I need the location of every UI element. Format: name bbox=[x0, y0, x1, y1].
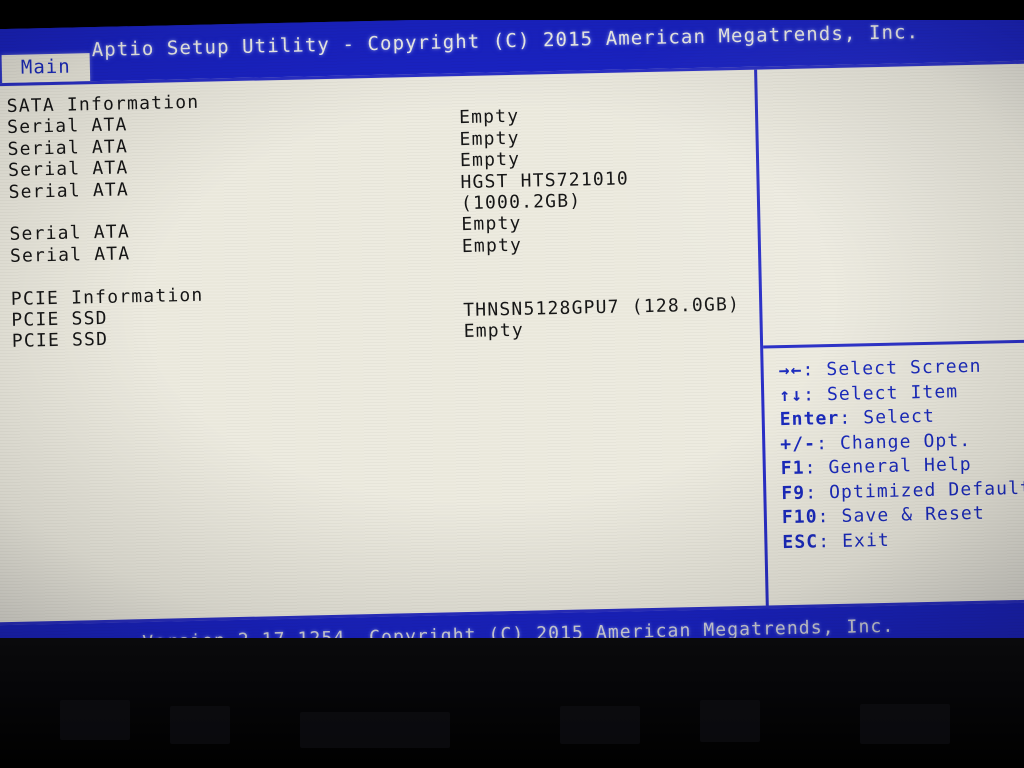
row-label: Serial ATA bbox=[7, 157, 129, 182]
legend-label: : Optimized Defaults bbox=[804, 476, 1024, 504]
row-value: Empty bbox=[459, 127, 520, 150]
information-list: SATA Information Serial ATA Empty Serial… bbox=[6, 80, 751, 353]
tab-main[interactable]: Main bbox=[1, 53, 90, 84]
row-value: Empty bbox=[458, 106, 520, 129]
row-value-continuation: (1000.2GB) bbox=[460, 190, 582, 215]
row-value: Empty bbox=[463, 320, 525, 343]
legend-label: : Select Item bbox=[802, 380, 959, 406]
key-f1: F1 bbox=[780, 457, 805, 480]
vertical-divider bbox=[754, 69, 769, 606]
key-legend-panel: →←: Select Screen ↑↓: Select Item Enter:… bbox=[778, 354, 1024, 555]
photograph-of-bios-screen: Aptio Setup Utility - Copyright (C) 2015… bbox=[0, 0, 1024, 768]
row-label: PCIE SSD bbox=[11, 329, 109, 353]
keyboard-shadow bbox=[60, 700, 130, 740]
keyboard-shadow bbox=[170, 706, 230, 744]
row-label: PCIE SSD bbox=[11, 307, 108, 331]
row-value: Empty bbox=[461, 213, 522, 236]
main-body-panel: SATA Information Serial ATA Empty Serial… bbox=[0, 60, 1024, 626]
key-f9: F9 bbox=[781, 482, 806, 504]
keyboard-shadow bbox=[860, 704, 950, 744]
row-value: Empty bbox=[461, 234, 523, 257]
legend-label: : Select bbox=[839, 405, 936, 429]
legend-label: : General Help bbox=[804, 454, 972, 479]
screen-plane: Aptio Setup Utility - Copyright (C) 2015… bbox=[0, 0, 1024, 680]
keyboard-shadow bbox=[560, 706, 640, 744]
row-value: Empty bbox=[459, 148, 521, 172]
horizontal-divider bbox=[763, 339, 1024, 349]
legend-item-optimized-defaults: F9: Optimized Defaults bbox=[781, 476, 1024, 506]
row-label: Serial ATA bbox=[9, 243, 131, 267]
arrow-up-down-icon: ↑↓ bbox=[778, 384, 804, 406]
key-enter: Enter bbox=[779, 407, 840, 431]
key-esc: ESC bbox=[782, 530, 819, 553]
row-label: Serial ATA bbox=[8, 178, 130, 203]
legend-label: : Select Screen bbox=[802, 355, 982, 381]
keyboard-shadow bbox=[300, 712, 450, 748]
row-label: Serial ATA bbox=[6, 114, 128, 139]
legend-label: : Change Opt. bbox=[815, 429, 972, 454]
legend-label: : Save & Reset bbox=[817, 502, 985, 528]
arrow-left-right-icon: →← bbox=[778, 359, 803, 382]
key-plus-minus: +/- bbox=[780, 432, 817, 455]
legend-label: : Exit bbox=[817, 529, 891, 552]
bios-screen: Aptio Setup Utility - Copyright (C) 2015… bbox=[0, 0, 1024, 680]
row-label: Serial ATA bbox=[9, 221, 131, 246]
legend-item-exit: ESC: Exit bbox=[782, 525, 1024, 555]
key-f10: F10 bbox=[781, 506, 818, 529]
row-label: Serial ATA bbox=[7, 136, 129, 160]
keyboard-shadow bbox=[700, 700, 760, 742]
